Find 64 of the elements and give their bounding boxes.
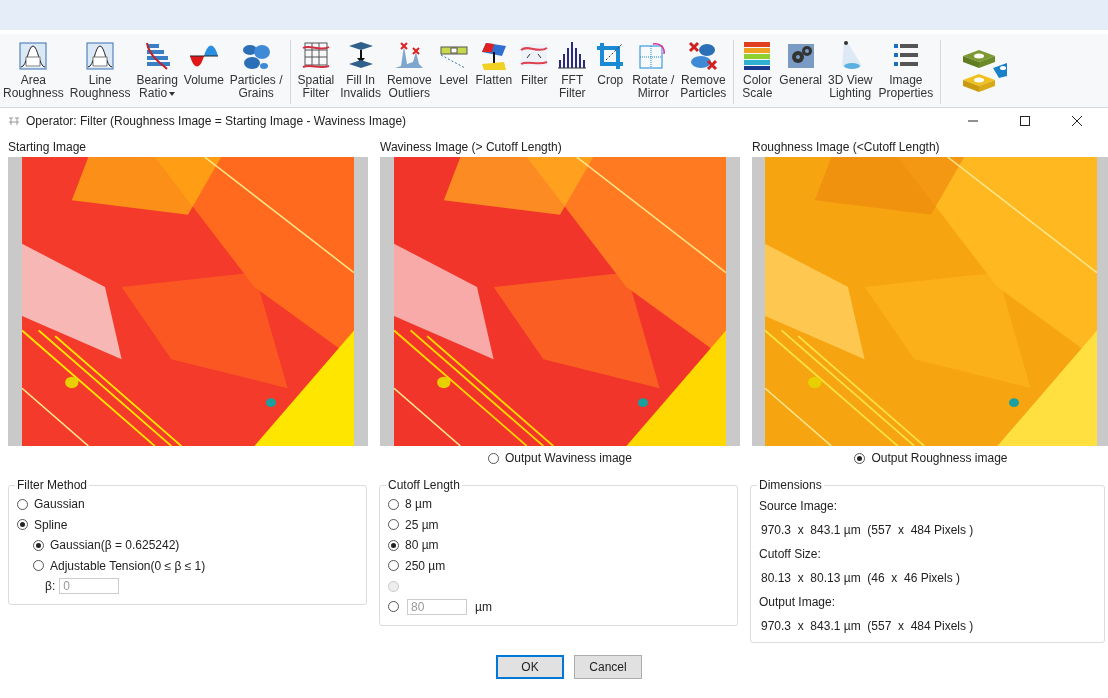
toolbar-button[interactable]: Flatten (472, 40, 516, 104)
dimension-value: 80.13 x 80.13 µm (46 x 46 Pixels ) (761, 571, 960, 585)
particles-x-icon (687, 40, 720, 72)
toolbar-button[interactable]: Bearing Ratio (133, 40, 181, 104)
group-title: Cutoff Length (387, 478, 461, 492)
unit-label: µm (475, 599, 492, 614)
radio-label: Gaussian (34, 497, 85, 512)
radio-button[interactable] (488, 452, 499, 464)
radio-button[interactable] (388, 498, 399, 510)
panel-title: Starting Image (8, 139, 88, 156)
dimension-value: 970.3 x 843.1 µm (557 x 484 Pixels ) (761, 619, 974, 633)
radio-label: 80 µm (405, 538, 439, 553)
panel-title: Roughness Image (<Cutoff Length) (752, 139, 941, 156)
dialog-title: Operator: Filter (Roughness Image = Starting Image - Waviness Image) (26, 114, 408, 128)
toolbar-button[interactable]: Level (434, 40, 473, 104)
radio-button[interactable] (388, 601, 399, 613)
toolbar-button[interactable]: Particles / Grains (226, 40, 286, 104)
toolbar-button[interactable]: Area Roughness (0, 40, 67, 104)
dimension-label: Output Image: (759, 595, 836, 609)
app-icon (8, 116, 20, 126)
toolbar-button[interactable]: Crop (591, 40, 630, 104)
maximize-icon (1019, 115, 1031, 127)
cancel-button[interactable]: Cancel (574, 655, 642, 679)
toolbar-button[interactable]: Color Scale (738, 40, 777, 104)
toolbar-button[interactable]: Line Roughness (66, 40, 134, 104)
dimension-label: Source Image: (759, 499, 838, 513)
toolbar-button[interactable]: Rotate / Mirror (629, 40, 678, 104)
radio-label: 250 µm (405, 558, 446, 573)
radio-label: 8 µm (405, 497, 432, 512)
radio-button[interactable] (388, 539, 399, 551)
radio-label: Spline (34, 517, 68, 532)
histogram-icon (556, 40, 589, 72)
toolbar-button[interactable]: Remove Particles (677, 40, 730, 104)
dimension-value: 970.3 x 843.1 µm (557 x 484 Pixels ) (761, 523, 974, 537)
radio-label: Gaussian(β = 0.625242) (50, 538, 180, 553)
radio-button[interactable] (388, 560, 399, 572)
toolbar-button[interactable]: Volume (180, 40, 227, 104)
group-title: Dimensions (758, 478, 823, 492)
radio-button[interactable] (17, 519, 28, 531)
radio-label: Output Roughness image (871, 451, 1008, 465)
close-icon (1071, 115, 1083, 127)
bell-curve-icon (84, 40, 117, 72)
toolbar-button[interactable]: Filter (515, 40, 554, 104)
radio-button[interactable] (33, 539, 44, 551)
radio-button[interactable] (854, 452, 866, 464)
radio-label: Adjustable Tension(0 ≤ β ≤ 1) (50, 558, 206, 573)
dimension-label: Cutoff Size: (759, 547, 821, 561)
radio-button[interactable] (388, 519, 399, 531)
field-label: β: (45, 579, 56, 593)
toolbar-button[interactable]: General (776, 40, 826, 104)
ok-button[interactable]: OK (496, 655, 564, 679)
radio-label: 25 µm (405, 517, 439, 532)
radio-button[interactable] (17, 498, 28, 510)
bell-curve-icon (17, 40, 50, 72)
toolbar-button[interactable]: Spatial Filter (294, 40, 338, 104)
toolbar-button[interactable]: Remove Outliers (383, 40, 435, 104)
toolbar-button[interactable]: FFT Filter (553, 40, 592, 104)
panel-title: Waviness Image (> Cutoff Length) (380, 139, 563, 156)
radio-button[interactable] (33, 560, 44, 572)
group-title: Filter Method (16, 478, 89, 492)
toolbar-button[interactable]: 3D View Lighting (825, 40, 876, 104)
toolbar-button[interactable]: Image Properties (875, 40, 937, 104)
toolbar-button[interactable]: Fill In Invalids (337, 40, 384, 104)
radio-label: Output Waviness image (505, 451, 632, 465)
